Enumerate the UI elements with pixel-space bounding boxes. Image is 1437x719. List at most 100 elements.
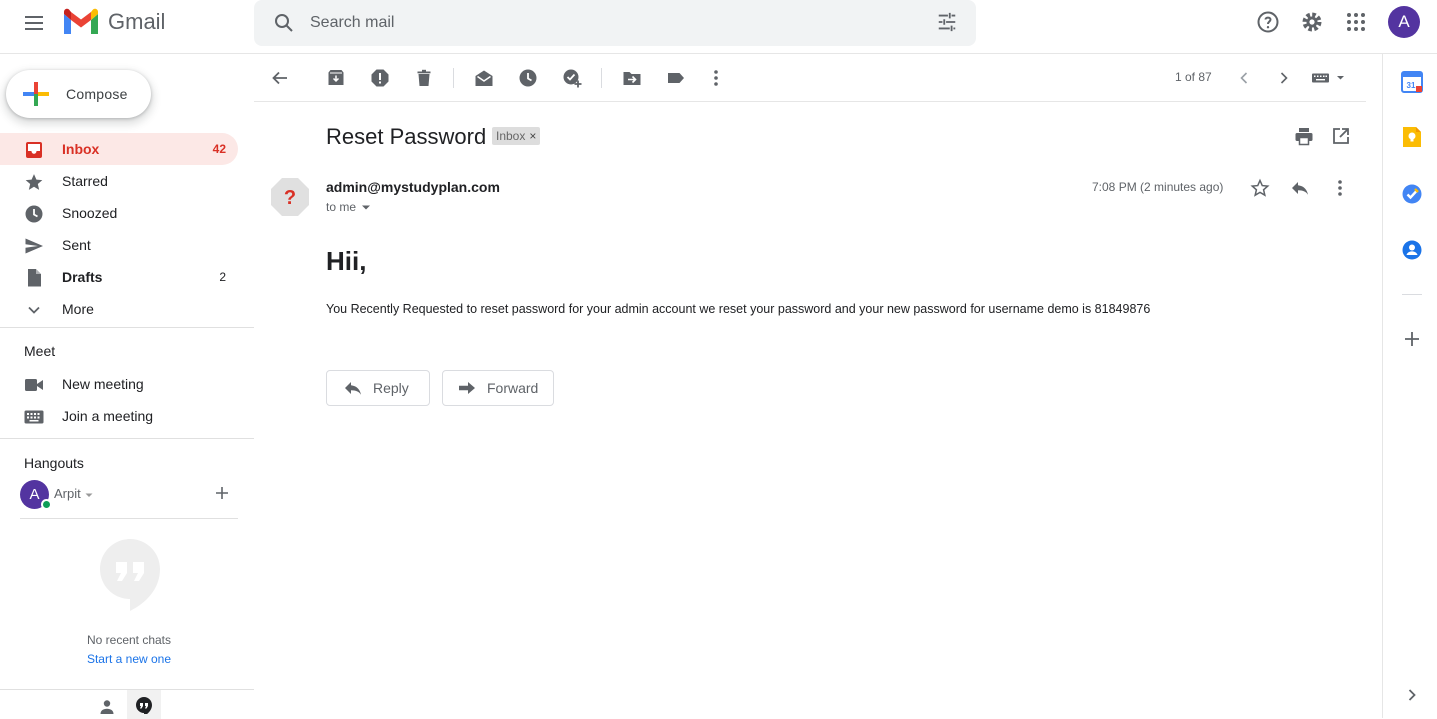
sidebar-item-label: Drafts (62, 269, 103, 285)
sidebar-item-label: More (62, 301, 94, 317)
toolbar-separator (601, 68, 602, 88)
account-avatar[interactable]: A (1388, 6, 1420, 38)
chevron-down-icon (24, 300, 44, 320)
star-outline-icon[interactable] (1250, 178, 1270, 198)
mark-unread-icon[interactable] (474, 68, 494, 88)
sidebar-item-inbox[interactable]: Inbox 42 (0, 133, 238, 165)
gmail-m-icon (64, 8, 98, 34)
rail-divider (1402, 294, 1422, 295)
sidebar-item-drafts[interactable]: Drafts 2 (0, 261, 238, 293)
hangouts-user-name-text: Arpit (54, 486, 81, 501)
draft-count: 2 (219, 270, 226, 284)
hangouts-section-title: Hangouts (24, 455, 84, 471)
app-name: Gmail (108, 9, 166, 34)
help-icon[interactable] (1256, 10, 1280, 34)
back-arrow-icon[interactable] (270, 68, 290, 88)
svg-text:31: 31 (1407, 81, 1416, 90)
apps-grid-icon[interactable] (1344, 10, 1368, 34)
sender-avatar-unknown-icon[interactable]: ? (270, 177, 310, 217)
sidebar-nav: Inbox 42 Starred Snoozed Sent Drafts 2 M… (0, 133, 254, 325)
new-chat-plus-icon[interactable] (213, 484, 231, 502)
contacts-icon[interactable] (1401, 239, 1423, 261)
caret-down-icon (85, 493, 93, 497)
sidebar-divider (0, 438, 254, 439)
reply-arrow-icon[interactable] (1290, 178, 1310, 198)
delete-trash-icon[interactable] (414, 68, 434, 88)
new-meeting-label: New meeting (62, 376, 144, 392)
message-more-icon[interactable] (1330, 178, 1350, 198)
newer-chevron-left-icon[interactable] (1234, 68, 1254, 88)
message-body: You Recently Requested to reset password… (326, 302, 1151, 316)
report-spam-icon[interactable] (370, 68, 390, 88)
join-meeting-label: Join a meeting (62, 408, 154, 424)
svg-text:?: ? (284, 187, 296, 209)
start-new-chat-link[interactable]: Start a new one (0, 652, 258, 666)
sidebar-item-label: Snoozed (62, 205, 118, 221)
inbox-label-chip[interactable]: Inbox × (492, 127, 541, 145)
get-addons-plus-icon[interactable] (1401, 328, 1423, 350)
print-icon[interactable] (1294, 126, 1314, 146)
sidebar-item-label: Starred (62, 173, 108, 189)
new-meeting-item[interactable]: New meeting (0, 368, 254, 400)
message-toolbar: 1 of 87 (254, 54, 1366, 102)
more-vertical-icon[interactable] (706, 68, 726, 88)
sidebar-item-snoozed[interactable]: Snoozed (0, 197, 238, 229)
compose-label: Compose (66, 86, 128, 102)
forward-button[interactable]: Forward (442, 370, 554, 406)
message-subject: Reset Password (326, 124, 487, 149)
reply-icon (343, 378, 363, 398)
open-new-window-icon[interactable] (1331, 126, 1351, 146)
snooze-clock-icon[interactable] (518, 68, 538, 88)
sidebar-item-label: Inbox (62, 141, 100, 157)
show-side-panel-chevron-icon[interactable] (1401, 684, 1423, 706)
forward-button-label: Forward (487, 380, 539, 396)
hangouts-user[interactable]: A Arpit (20, 480, 250, 510)
star-icon (24, 172, 44, 192)
gmail-logo[interactable]: Gmail (62, 8, 165, 36)
move-to-icon[interactable] (622, 68, 642, 88)
unread-count: 42 (212, 142, 226, 156)
sender-email[interactable]: admin@mystudyplan.com (326, 179, 500, 195)
clock-icon (24, 204, 44, 224)
message-time: 7:08 PM (2 minutes ago) (1092, 180, 1224, 194)
join-meeting-item[interactable]: Join a meeting (0, 400, 254, 432)
keep-notes-icon[interactable] (1401, 126, 1423, 148)
input-tools-keyboard-icon[interactable] (1310, 68, 1350, 88)
reply-button[interactable]: Reply (326, 370, 430, 406)
recipient-details[interactable]: to me (326, 200, 373, 214)
online-status-dot (41, 499, 52, 510)
tasks-icon[interactable] (1401, 183, 1423, 205)
toolbar-separator (453, 68, 454, 88)
main-menu-icon[interactable] (22, 11, 46, 35)
contacts-person-icon[interactable] (98, 698, 116, 716)
search-options-icon[interactable] (936, 11, 958, 33)
remove-label-button[interactable]: × (529, 129, 536, 143)
hangouts-tab-icon (135, 696, 153, 714)
older-chevron-right-icon[interactable] (1274, 68, 1294, 88)
video-camera-icon (24, 375, 44, 395)
draft-icon (24, 268, 44, 288)
send-icon (24, 236, 44, 256)
reply-button-label: Reply (373, 380, 409, 396)
archive-icon[interactable] (326, 68, 346, 88)
hangouts-tab[interactable] (127, 690, 161, 719)
recipient-text: to me (326, 200, 357, 214)
add-to-tasks-icon[interactable] (562, 68, 582, 88)
hangouts-user-name[interactable]: Arpit (54, 486, 94, 501)
search-icon[interactable] (272, 11, 296, 35)
hangouts-logo-icon (99, 538, 161, 612)
settings-gear-icon[interactable] (1300, 10, 1324, 34)
sidebar-item-starred[interactable]: Starred (0, 165, 238, 197)
sidebar-item-more[interactable]: More (0, 293, 238, 325)
top-header: Gmail A (0, 0, 1437, 54)
label-tag-icon[interactable] (666, 68, 686, 88)
compose-button[interactable]: Compose (6, 70, 151, 118)
sidebar-item-sent[interactable]: Sent (0, 229, 238, 261)
calendar-icon[interactable]: 31 (1401, 71, 1423, 93)
keyboard-icon (24, 407, 44, 427)
sidebar-divider (0, 327, 254, 328)
inbox-icon (24, 140, 44, 160)
label-chip-text: Inbox (496, 129, 526, 143)
search-input[interactable] (310, 12, 910, 34)
sidebar-bottom-tabs (0, 689, 254, 719)
